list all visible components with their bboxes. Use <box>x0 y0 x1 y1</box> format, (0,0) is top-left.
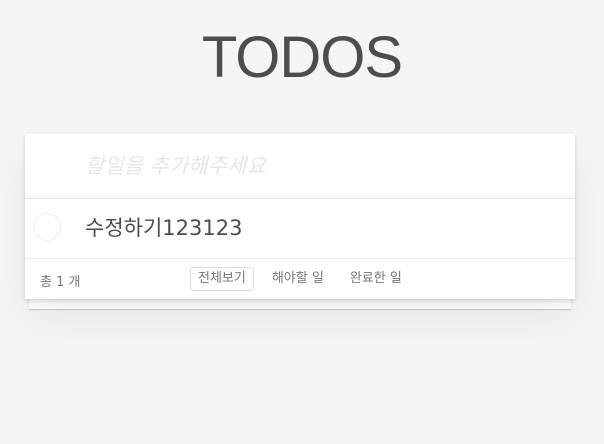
todo-count: 총 1 개 <box>40 275 81 290</box>
new-todo-input[interactable] <box>25 134 575 199</box>
todo-label[interactable]: 수정하기123123 <box>85 214 242 242</box>
todo-list-item: 수정하기123123 <box>25 199 575 259</box>
filter-all-button[interactable]: 전체보기 <box>190 267 254 291</box>
complete-toggle-checkbox[interactable] <box>33 213 61 241</box>
page-title: TODOS <box>201 25 403 90</box>
filter-completed-button[interactable]: 완료한 일 <box>342 267 410 291</box>
filter-active-button[interactable]: 해야할 일 <box>264 267 332 291</box>
todo-app-card: 수정하기123123 총 1 개 전체보기 해야할 일 완료한 일 <box>25 134 575 299</box>
filter-group: 전체보기 해야할 일 완료한 일 <box>190 266 415 292</box>
todo-footer: 총 1 개 전체보기 해야할 일 완료한 일 <box>25 259 575 299</box>
